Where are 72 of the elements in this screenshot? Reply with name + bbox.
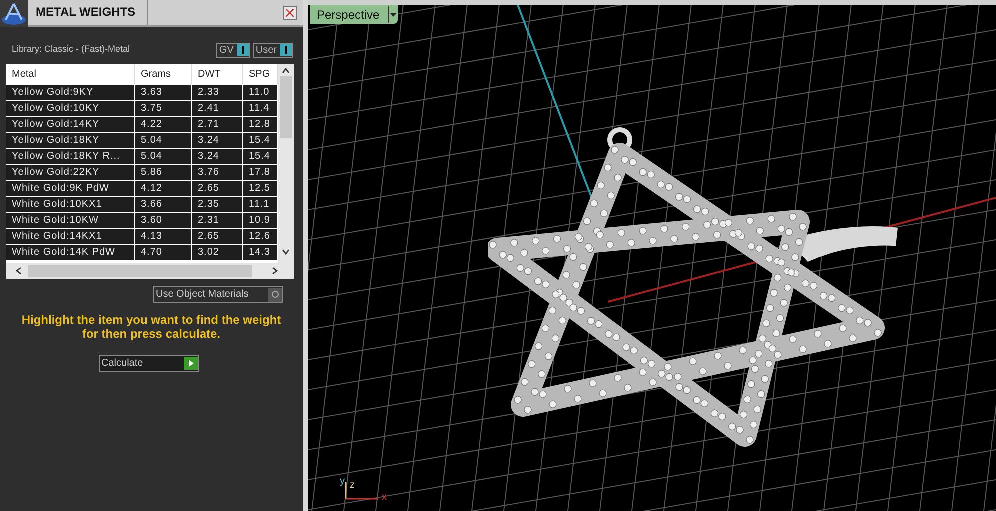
scroll-right-icon <box>272 267 278 275</box>
table-cell: Yellow Gold:18KY <box>6 133 135 148</box>
table-row[interactable]: Yellow Gold:9KY 3.63 2.33 11.0 <box>6 85 278 100</box>
table-cell: 3.24 <box>192 133 243 148</box>
table-cell: 3.60 <box>135 213 192 228</box>
table-cell: 2.65 <box>192 229 243 244</box>
caret-icon <box>388 6 398 23</box>
table-cell: 5.04 <box>135 133 192 148</box>
play-icon <box>184 357 198 370</box>
table-cell: 4.12 <box>135 181 192 196</box>
table-cell: White Gold:14K PdW <box>6 245 135 260</box>
table-cell: 3.76 <box>192 165 243 180</box>
viewport[interactable]: Perspective y z x <box>308 0 996 511</box>
view-menu[interactable]: Perspective <box>310 5 398 24</box>
axis-label: x <box>382 491 387 505</box>
calculate-button[interactable]: Calculate <box>98 355 198 372</box>
axis-label: z <box>350 479 355 493</box>
toggle[interactable]: User <box>252 42 293 58</box>
app-logo-icon <box>1 2 27 26</box>
table-cell: Yellow Gold:18KY R... <box>6 149 135 164</box>
close-button[interactable] <box>283 6 297 20</box>
table-cell: 2.31 <box>192 213 243 228</box>
column-header[interactable]: Metal <box>6 64 135 84</box>
table-cell: 5.04 <box>135 149 192 164</box>
panel-title: METAL WEIGHTS <box>28 0 148 25</box>
table-row[interactable]: White Gold:14K PdW 4.70 3.02 14.3 <box>6 245 278 260</box>
library-label: Library: Classic - (Fast)-Metal <box>12 43 130 56</box>
table-cell: Yellow Gold:9KY <box>6 85 135 100</box>
table-cell: 2.41 <box>192 101 243 116</box>
table-row[interactable]: Yellow Gold:18KY 5.04 3.24 15.4 <box>6 133 278 148</box>
close-icon <box>286 8 294 16</box>
table-cell: 4.70 <box>135 245 192 260</box>
table-cell: Yellow Gold:14KY <box>6 117 135 132</box>
table-cell: 2.35 <box>192 197 243 212</box>
table-row[interactable]: White Gold:10KX1 3.66 2.35 11.1 <box>6 197 278 212</box>
table-cell: 2.65 <box>192 181 243 196</box>
vertical-scrollbar[interactable] <box>278 64 294 263</box>
table-cell: 4.13 <box>135 229 192 244</box>
instruction-text: Highlight the item you want to find the weight for then press calculate. <box>20 313 282 341</box>
table-cell: 3.63 <box>135 85 192 100</box>
column-header[interactable]: DWT <box>192 64 243 84</box>
table-cell: Yellow Gold:10KY <box>6 101 135 116</box>
table-cell: White Gold:14KX1 <box>6 229 135 244</box>
table-row[interactable]: Yellow Gold:10KY 3.75 2.41 11.4 <box>6 101 278 116</box>
table-row[interactable]: Yellow Gold:18KY R... 5.04 3.24 15.4 <box>6 149 278 164</box>
toggle[interactable]: GV <box>216 42 250 58</box>
table-row[interactable]: Yellow Gold:14KY 4.22 2.71 12.8 <box>6 117 278 132</box>
table-cell: Yellow Gold:22KY <box>6 165 135 180</box>
scroll-left-icon <box>16 267 22 275</box>
scroll-down-icon <box>282 249 290 255</box>
table-row[interactable]: White Gold:9K PdW 4.12 2.65 12.5 <box>6 181 278 196</box>
scroll-thumb[interactable] <box>280 76 292 138</box>
table-row[interactable]: White Gold:14KX1 4.13 2.65 12.6 <box>6 229 278 244</box>
use-object-materials-toggle[interactable]: Use Object Materials <box>153 286 283 303</box>
table-cell: 5.86 <box>135 165 192 180</box>
horizontal-scrollbar[interactable] <box>6 263 294 279</box>
table-row[interactable]: Yellow Gold:22KY 5.86 3.76 17.8 <box>6 165 278 180</box>
table-cell: 3.75 <box>135 101 192 116</box>
scroll-thumb[interactable] <box>28 265 252 277</box>
axis-label: y <box>340 475 345 489</box>
table-cell: 3.02 <box>192 245 243 260</box>
table-cell: 2.33 <box>192 85 243 100</box>
table-cell: 3.66 <box>135 197 192 212</box>
scroll-up-icon <box>282 68 290 74</box>
table-cell: 2.71 <box>192 117 243 132</box>
table-cell: 4.22 <box>135 117 192 132</box>
table-cell: White Gold:10KW <box>6 213 135 228</box>
table-cell: White Gold:10KX1 <box>6 197 135 212</box>
column-header[interactable]: Grams <box>135 64 192 84</box>
table-row[interactable]: White Gold:10KW 3.60 2.31 10.9 <box>6 213 278 228</box>
table-cell: White Gold:9K PdW <box>6 181 135 196</box>
table-cell: 3.24 <box>192 149 243 164</box>
